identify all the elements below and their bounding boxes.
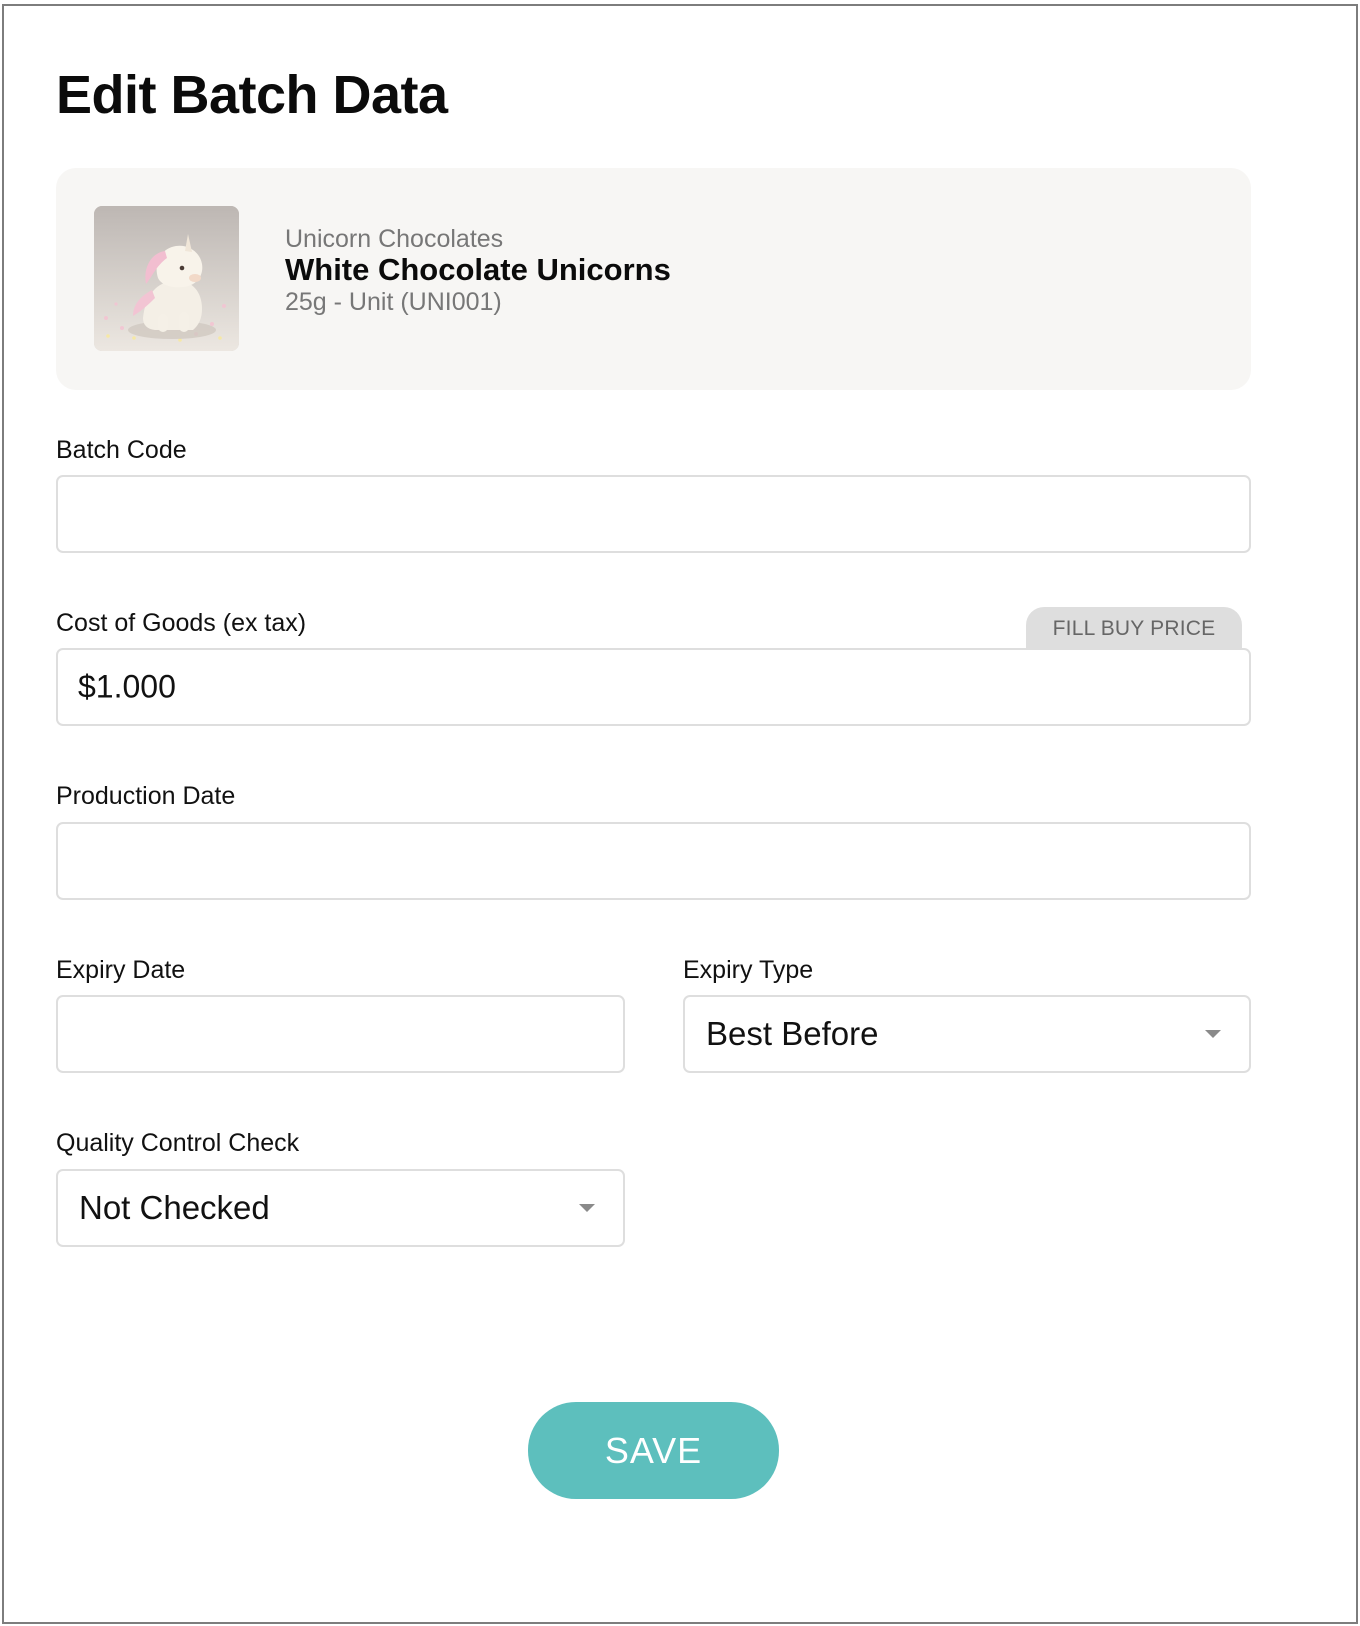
- chevron-down-icon: [579, 1204, 595, 1212]
- batch-code-input[interactable]: [56, 475, 1251, 553]
- product-variant: 25g - Unit (UNI001): [285, 288, 502, 316]
- expiry-type-value: Best Before: [706, 1015, 879, 1052]
- fill-buy-price-button[interactable]: FILL BUY PRICE: [1026, 607, 1242, 650]
- batch-code-label: Batch Code: [56, 436, 187, 464]
- page-title: Edit Batch Data: [56, 65, 448, 125]
- product-card: Unicorn Chocolates White Chocolate Unico…: [56, 168, 1251, 390]
- expiry-type-label: Expiry Type: [683, 956, 814, 984]
- cost-of-goods-input[interactable]: $1.000: [56, 648, 1251, 726]
- product-name: White Chocolate Unicorns: [285, 252, 671, 287]
- expiry-date-input[interactable]: [56, 995, 625, 1073]
- production-date-label: Production Date: [56, 782, 236, 810]
- cost-of-goods-value: $1.000: [78, 668, 176, 705]
- product-brand: Unicorn Chocolates: [285, 225, 504, 253]
- expiry-type-select[interactable]: Best Before: [683, 995, 1251, 1073]
- save-button[interactable]: SAVE: [528, 1402, 779, 1499]
- quality-control-label: Quality Control Check: [56, 1129, 300, 1157]
- chevron-down-icon: [1205, 1030, 1221, 1038]
- product-image: [94, 206, 239, 351]
- quality-control-value: Not Checked: [79, 1189, 270, 1226]
- cost-of-goods-label: Cost of Goods (ex tax): [56, 609, 307, 637]
- production-date-input[interactable]: [56, 822, 1251, 900]
- expiry-date-label: Expiry Date: [56, 956, 186, 984]
- quality-control-select[interactable]: Not Checked: [56, 1169, 625, 1247]
